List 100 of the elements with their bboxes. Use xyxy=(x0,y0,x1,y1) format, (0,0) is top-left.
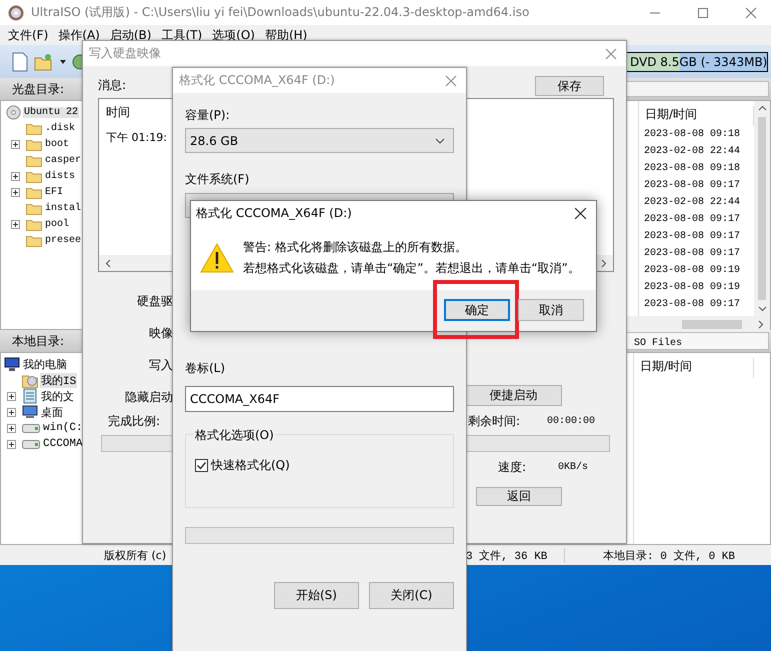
table-cell-text: 2023-08-08 09:19 xyxy=(643,265,742,278)
drive-icon xyxy=(22,424,40,432)
table-cell-text: 2023-08-08 09:19 xyxy=(643,282,742,295)
chevron-down-icon xyxy=(435,138,445,144)
menu-item[interactable]: 启动(B) xyxy=(110,26,152,44)
disc-icon xyxy=(8,4,24,20)
menu-item[interactable]: 操作(A) xyxy=(58,26,100,44)
table-cell-text: 2023-08-08 09:17 xyxy=(643,248,742,261)
dialog-title: 写入硬盘映像 xyxy=(89,45,161,62)
tree-item[interactable]: casper xyxy=(44,154,82,166)
tree-item[interactable]: .disk xyxy=(44,122,76,134)
expand-icon[interactable] xyxy=(7,392,16,400)
field-label: 硬盘驱 xyxy=(136,293,173,310)
document-icon xyxy=(22,388,38,404)
drive-icon xyxy=(22,440,40,448)
folder-icon xyxy=(26,202,42,214)
message-label: 消息: xyxy=(98,77,126,94)
expand-icon[interactable] xyxy=(7,408,16,416)
tree-item[interactable]: instal xyxy=(44,202,82,214)
close-icon[interactable] xyxy=(574,207,587,220)
table-cell-text: 2023-02-08 22:44 xyxy=(643,197,742,210)
dialog-button[interactable]: 关闭(C) xyxy=(369,582,454,609)
tree-item[interactable]: EFI xyxy=(44,186,64,198)
field-label: 映像 xyxy=(148,325,173,342)
folder-icon xyxy=(26,154,42,166)
expand-icon[interactable] xyxy=(7,424,16,432)
disc-icon xyxy=(6,104,21,120)
speed-value: 0KB/s xyxy=(558,462,590,472)
dialog-button[interactable]: 确定 xyxy=(444,299,510,321)
tree-item[interactable]: win(C: xyxy=(42,422,84,434)
menu-item[interactable]: 工具(T) xyxy=(161,26,202,44)
scroll-right-icon[interactable] xyxy=(758,320,764,328)
tree-item[interactable]: 我的文 xyxy=(40,388,75,404)
dialog-button[interactable]: 取消 xyxy=(518,299,584,321)
scroll-up-icon[interactable] xyxy=(758,105,766,111)
menu-item[interactable]: 文件(F) xyxy=(8,26,48,44)
message-text: 警告: 格式化将删除该磁盘上的所有数据。 xyxy=(243,239,468,256)
folder-icon xyxy=(26,218,42,230)
dialog-title: 格式化 CCCOMA_X64F (D:) xyxy=(179,72,335,89)
status-text: 版权所有 (c) xyxy=(103,548,168,562)
scroll-left-icon[interactable] xyxy=(105,258,111,268)
field-label: 写入 xyxy=(148,357,173,374)
disc-directory-label: 光盘目录: xyxy=(12,82,64,96)
folder-icon xyxy=(26,138,42,150)
capacity-bar: DVD 8.5GB (- 3343MB) xyxy=(625,52,768,72)
back-button[interactable]: 返回 xyxy=(476,487,562,506)
monitor-icon xyxy=(22,405,38,419)
message-text: 若想格式化该磁盘，请单击“确定”。若想退出，请单击“取消”。 xyxy=(243,260,580,277)
folder-icon xyxy=(26,122,42,134)
tree-item[interactable]: pool xyxy=(44,218,70,230)
tree-item[interactable]: 我的IS xyxy=(40,372,78,388)
expand-icon[interactable] xyxy=(11,172,20,180)
tree-item[interactable]: presee xyxy=(44,234,82,246)
checkbox[interactable] xyxy=(195,459,208,472)
menu-item[interactable]: 帮助(H) xyxy=(264,26,308,44)
expand-icon[interactable] xyxy=(11,188,20,196)
table-cell-text: 2023-02-08 22:44 xyxy=(643,146,742,159)
expand-icon[interactable] xyxy=(11,140,20,148)
new-file-icon[interactable] xyxy=(12,52,28,72)
column-header[interactable]: 日期/时间 xyxy=(634,358,754,378)
tree-item[interactable]: 我的电脑 xyxy=(22,356,68,372)
dialog-title: 格式化 CCCOMA_X64F (D:) xyxy=(196,205,352,222)
tree-item[interactable]: Ubuntu 22 xyxy=(23,106,80,118)
scrollbar[interactable] xyxy=(754,101,770,316)
tree-item[interactable]: dists xyxy=(44,170,76,182)
field-label: 隐藏启动 xyxy=(124,389,173,406)
caret-icon[interactable] xyxy=(60,60,66,64)
status-text: 本地目录: 0 文件, 0 KB xyxy=(602,548,736,562)
save-button[interactable]: 保存 xyxy=(535,76,604,96)
window-title: UltraISO (试用版) - C:\Users\liu yi fei\Downloads\ubuntu-22.04.3-desktop-amd64.iso xyxy=(31,4,530,21)
capacity-label: 容量(P): xyxy=(185,107,231,124)
maximize-icon[interactable] xyxy=(697,6,709,18)
tree-item[interactable]: boot xyxy=(44,138,70,150)
speed-label: 速度: xyxy=(498,458,528,476)
folder-icon xyxy=(26,170,42,182)
expand-icon[interactable] xyxy=(11,220,20,228)
table-cell-text: 2023-08-08 09:18 xyxy=(643,163,742,176)
remaining-time-label: 剩余时间: xyxy=(467,412,522,430)
volume-label-field[interactable]: CCCOMA_X64F xyxy=(185,386,454,412)
tree-item[interactable]: 桌面 xyxy=(40,404,64,420)
capacity-dropdown[interactable]: 28.6 GB xyxy=(185,128,454,153)
checkbox-label[interactable]: 快速格式化(Q) xyxy=(211,457,290,474)
quick-boot-button[interactable]: 便捷启动 xyxy=(465,384,562,406)
folder-icon xyxy=(26,234,42,246)
table-cell-text: 2023-08-08 09:17 xyxy=(643,231,742,244)
group-label: 格式化选项(O) xyxy=(193,427,276,444)
remaining-time-value: 00:00:00 xyxy=(547,416,596,426)
progress-label: 完成比例: xyxy=(107,412,162,430)
scroll-right-icon[interactable] xyxy=(601,258,607,268)
dialog-button[interactable]: 开始(S) xyxy=(274,582,359,609)
scroll-down-icon[interactable] xyxy=(758,306,766,312)
computer-icon xyxy=(4,356,20,372)
table-cell-text: 2023-08-08 09:17 xyxy=(643,180,742,193)
warning-icon xyxy=(200,243,234,273)
table-cell-text: 2023-08-08 09:18 xyxy=(643,129,742,142)
expand-icon[interactable] xyxy=(7,440,16,448)
folder-icon xyxy=(26,186,42,198)
local-directory-label: 本地目录: xyxy=(12,334,64,348)
table-cell-text: 2023-08-08 09:17 xyxy=(643,214,742,227)
tree-item[interactable]: CCCOMA xyxy=(42,438,84,450)
